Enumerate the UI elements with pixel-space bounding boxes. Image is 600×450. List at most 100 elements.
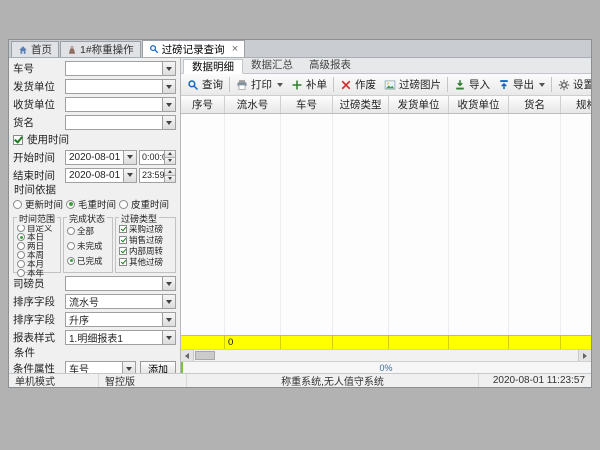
add-condition-button[interactable]: 添加 [140,361,176,373]
spinner-arrows-icon[interactable] [164,151,175,164]
query-button[interactable]: 查询 [183,75,227,94]
void-button-label: 作废 [355,77,376,92]
column-header-seq[interactable]: 序号 [181,96,225,113]
chevron-down-icon[interactable] [123,151,136,164]
summary-count: 0 [225,336,281,349]
gear-icon [558,79,570,91]
radio-update-time[interactable]: 更新时间 [13,197,63,211]
column-header-spec[interactable]: 规格 [561,96,591,113]
tab-weigh-operation-label: 1#称重操作 [80,42,134,57]
end-time-spinner[interactable]: 23:59:59 [139,168,176,183]
subtab-data-summary[interactable]: 数据汇总 [243,58,301,73]
void-button[interactable]: 作废 [336,75,380,94]
horizontal-scrollbar[interactable] [181,349,591,361]
column-header-goods[interactable]: 货名 [509,96,561,113]
report-style-value: 1.明细报表1 [69,330,123,345]
checkbox-other-weigh[interactable]: 其他过磅 [119,257,173,267]
scroll-right-arrow-icon[interactable] [578,350,591,361]
chevron-down-icon[interactable] [162,277,175,290]
sort-field-combo[interactable]: 流水号 [65,294,176,309]
chevron-down-icon[interactable] [162,116,175,129]
checkbox-purchase-weigh[interactable]: 采购过磅 [119,224,173,234]
toolbar-separator [229,77,230,92]
tab-weigh-record-query-label: 过磅记录查询 [162,42,225,57]
radio-all[interactable]: 全部 [67,224,110,237]
sort-order-combo[interactable]: 升序 [65,312,176,327]
export-button[interactable]: 导出 [494,75,549,94]
radio-gross-time[interactable]: 毛重时间 [66,197,116,211]
close-tab-icon[interactable]: × [232,44,238,54]
goods-combo[interactable] [65,115,176,130]
start-time-row: 开始时间 2020-08-01 0:00:00 [13,149,176,165]
subtab-data-detail[interactable]: 数据明细 [183,59,243,74]
report-style-combo[interactable]: 1.明细报表1 [65,330,176,345]
chevron-down-icon[interactable] [162,80,175,93]
result-toolbar: 查询 打印 补单 作废 [181,74,591,96]
end-date-picker[interactable]: 2020-08-01 [65,168,137,183]
status-edition: 智控版 [99,374,187,387]
checkbox-sale-weigh[interactable]: 销售过磅 [119,235,173,245]
radio-label: 全部 [77,225,94,237]
start-date-picker[interactable]: 2020-08-01 [65,150,137,165]
start-date-value: 2020-08-01 [69,152,120,163]
chevron-down-icon[interactable] [162,62,175,75]
report-style-label: 报表样式 [13,330,65,345]
column-header-shipper[interactable]: 发货单位 [389,96,449,113]
condition-attr-combo[interactable]: 车号 [65,361,136,373]
sort-order-row: 排序字段 升序 [13,312,176,327]
receiver-combo[interactable] [65,97,176,112]
radio-icon [67,242,75,250]
radio-tare-time[interactable]: 皮重时间 [119,197,169,211]
condition-attr-value: 车号 [69,361,89,373]
shipper-combo[interactable] [65,79,176,94]
scroll-left-arrow-icon[interactable] [181,350,194,361]
import-button-label: 导入 [469,77,490,92]
end-time-label: 结束时间 [13,168,65,183]
tab-home[interactable]: 首页 [11,41,59,57]
tab-weigh-operation[interactable]: 1#称重操作 [60,41,141,57]
radio-finished[interactable]: 已完成 [67,254,110,267]
checkbox-icon [119,225,127,233]
chevron-down-icon[interactable] [162,331,175,344]
chevron-down-icon[interactable] [123,169,136,182]
checkbox-internal-transfer[interactable]: 内部周转 [119,246,173,256]
spinner-arrows-icon[interactable] [164,169,175,182]
sort-field-value: 流水号 [69,294,99,309]
radio-icon [13,200,22,209]
tab-weigh-record-query[interactable]: 过磅记录查询 × [142,40,245,57]
weigh-photo-button[interactable]: 过磅图片 [380,75,445,94]
vehicle-no-combo[interactable] [65,61,176,76]
chevron-down-icon[interactable] [162,295,175,308]
column-header-receiver[interactable]: 收货单位 [449,96,509,113]
option-groups: 时间范围 自定义 本日 两日 本周 本月 本年 完成状态 全部 未完成 已完成 [13,217,176,273]
shipper-label: 发货单位 [13,79,65,94]
summary-cell [181,336,225,349]
column-header-weigh-type[interactable]: 过磅类型 [333,96,389,113]
column-header-serial[interactable]: 流水号 [225,96,281,113]
scrollbar-thumb[interactable] [195,351,215,360]
chevron-down-icon[interactable] [539,83,545,87]
start-time-spinner[interactable]: 0:00:00 [139,150,176,165]
use-time-checkbox[interactable]: 使用时间 [13,133,176,146]
void-icon [340,79,352,91]
print-button-label: 打印 [251,77,272,92]
status-datetime: 2020-08-01 11:23:57 [479,374,591,387]
query-button-label: 查询 [202,77,223,92]
filter-row-shipper: 发货单位 [13,79,176,94]
import-button[interactable]: 导入 [450,75,494,94]
column-header-vehicle[interactable]: 车号 [281,96,333,113]
supplement-order-button[interactable]: 补单 [287,75,331,94]
print-button[interactable]: 打印 [232,75,287,94]
settings-button[interactable]: 设置 [554,75,591,94]
chevron-down-icon[interactable] [162,313,175,326]
operator-combo[interactable] [65,276,176,291]
receiver-label: 收货单位 [13,97,65,112]
radio-this-year[interactable]: 本年 [17,269,58,277]
sort-field-row: 排序字段 流水号 [13,294,176,309]
time-basis-options: 更新时间 毛重时间 皮重时间 [13,198,176,210]
chevron-down-icon[interactable] [162,98,175,111]
subtab-advanced-report[interactable]: 高级报表 [301,58,359,73]
chevron-down-icon[interactable] [122,362,135,373]
chevron-down-icon[interactable] [277,83,283,87]
radio-unfinished[interactable]: 未完成 [67,239,110,252]
